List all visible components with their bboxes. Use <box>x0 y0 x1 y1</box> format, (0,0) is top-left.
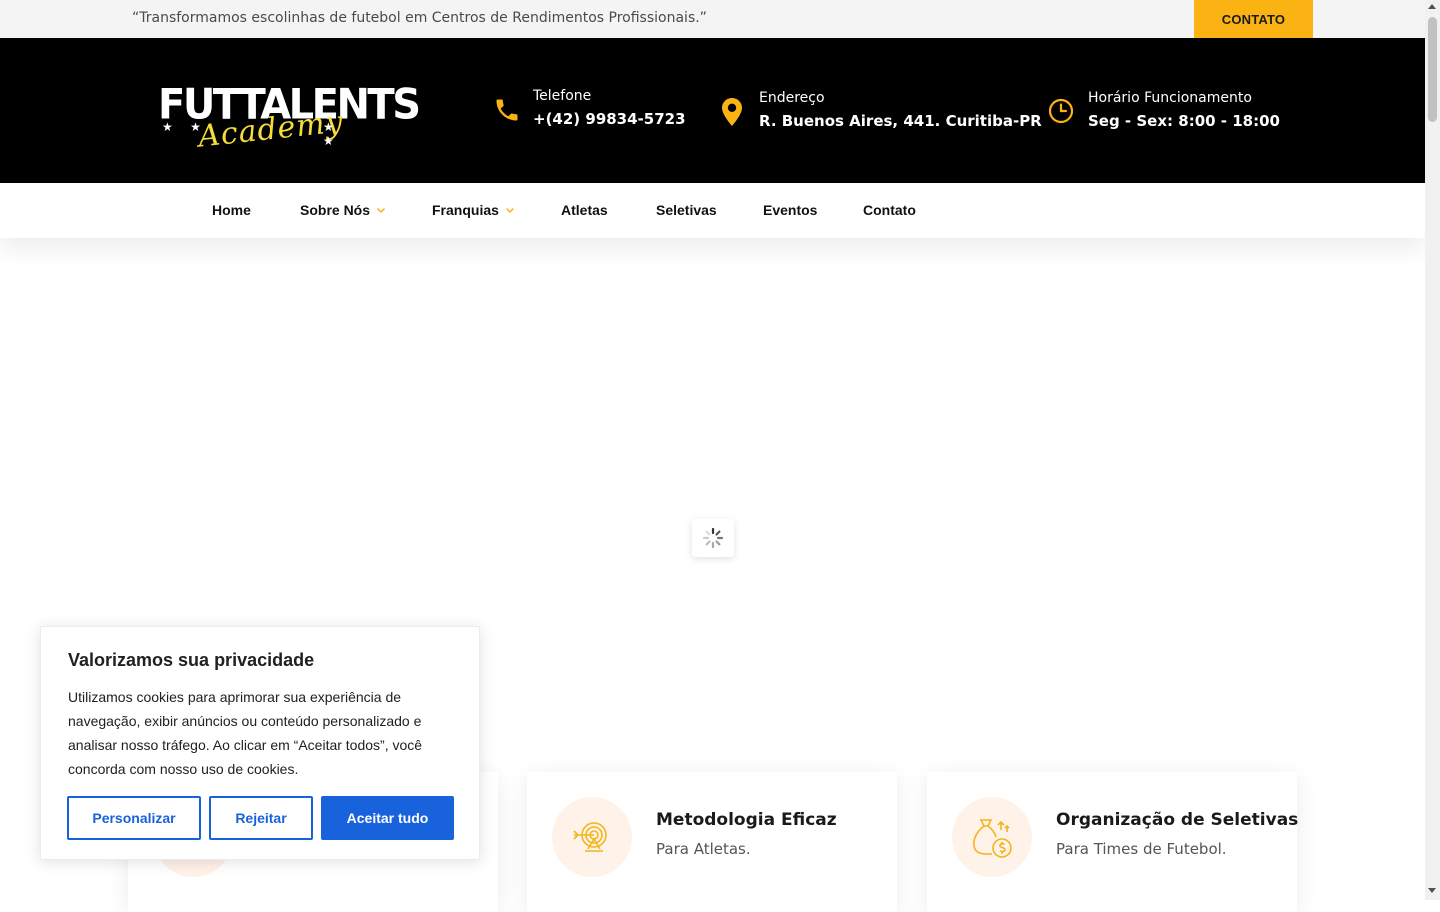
contact-button[interactable]: CONTATO <box>1194 0 1313 38</box>
feature-title: Organização de Seletivas <box>1056 810 1299 830</box>
nav-item-eventos[interactable]: Eventos <box>763 202 817 218</box>
money-bag-icon <box>973 819 1012 858</box>
logo-stars-right: ★ ★ <box>323 120 341 148</box>
scroll-down-arrow-icon[interactable] <box>1428 888 1436 893</box>
nav-item-label: Seletivas <box>656 202 717 218</box>
top-bar: “Transformamos escolinhas de futebol em … <box>0 0 1425 38</box>
nav-item-sobre-nos[interactable]: Sobre Nós <box>300 202 386 218</box>
clock-icon <box>1048 98 1074 124</box>
cookie-accept-button[interactable]: Aceitar tudo <box>321 796 454 840</box>
main-nav: Home Sobre Nós Franquias Atletas Seletiv… <box>0 183 1425 238</box>
phone-info: Telefone +(42) 99834-5723 <box>493 38 693 183</box>
cookie-reject-button[interactable]: Rejeitar <box>209 796 313 840</box>
spinner-icon <box>702 527 724 549</box>
feature-title: Metodologia Eficaz <box>656 810 837 830</box>
cookie-customize-button[interactable]: Personalizar <box>67 796 201 840</box>
chevron-down-icon <box>376 207 386 214</box>
nav-item-label: Franquias <box>432 202 499 218</box>
nav-item-label: Home <box>212 202 251 218</box>
address-label: Endereço <box>759 90 825 106</box>
feature-card-seletivas: Organização de Seletivas Para Times de F… <box>927 772 1299 912</box>
phone-icon <box>496 99 518 121</box>
address-info: Endereço R. Buenos Aires, 441. Curitiba-… <box>722 38 1042 183</box>
nav-item-label: Eventos <box>763 202 818 218</box>
nav-item-label: Contato <box>863 202 916 218</box>
futtalents-logo[interactable]: FUTTALENTS ★ ★ Academy ★ ★ <box>158 81 421 155</box>
chevron-down-icon <box>505 207 514 214</box>
feature-subtitle: Para Atletas. <box>656 840 751 858</box>
feature-icon-circle <box>952 797 1032 877</box>
cookie-text: Utilizamos cookies para aprimorar sua ex… <box>68 689 423 777</box>
feature-subtitle: Para Times de Futebol. <box>1056 840 1227 858</box>
cookie-consent-banner: Valorizamos sua privacidade Utilizamos c… <box>40 626 480 860</box>
nav-item-atletas[interactable]: Atletas <box>561 202 608 218</box>
phone-label: Telefone <box>533 88 592 104</box>
hours-info: Horário Funcionamento Seg - Sex: 8:00 - … <box>1048 38 1280 183</box>
loading-spinner <box>692 519 734 557</box>
scrollbar-thumb[interactable] <box>1428 17 1437 122</box>
cookie-title: Valorizamos sua privacidade <box>68 650 315 670</box>
nav-item-franquias[interactable]: Franquias <box>432 202 515 218</box>
nav-item-home[interactable]: Home <box>212 202 251 218</box>
nav-item-label: Sobre Nós <box>300 202 371 218</box>
page-scrollbar[interactable] <box>1425 0 1440 900</box>
location-pin-icon <box>722 98 742 126</box>
phone-value[interactable]: +(42) 99834-5723 <box>533 110 686 128</box>
hours-value: Seg - Sex: 8:00 - 18:00 <box>1088 112 1280 130</box>
nav-item-contato[interactable]: Contato <box>863 202 916 218</box>
scroll-up-arrow-icon[interactable] <box>1428 4 1436 9</box>
site-header: FUTTALENTS ★ ★ Academy ★ ★ Telefone +(42… <box>0 38 1425 183</box>
nav-item-label: Atletas <box>561 202 608 218</box>
address-value: R. Buenos Aires, 441. Curitiba-PR <box>759 112 1042 130</box>
feature-card-metodologia: Metodologia Eficaz Para Atletas. <box>527 772 897 912</box>
target-icon <box>573 822 607 852</box>
feature-icon-circle <box>552 797 632 877</box>
nav-item-seletivas[interactable]: Seletivas <box>656 202 717 218</box>
hours-label: Horário Funcionamento <box>1088 90 1252 106</box>
tagline: “Transformamos escolinhas de futebol em … <box>132 10 707 26</box>
